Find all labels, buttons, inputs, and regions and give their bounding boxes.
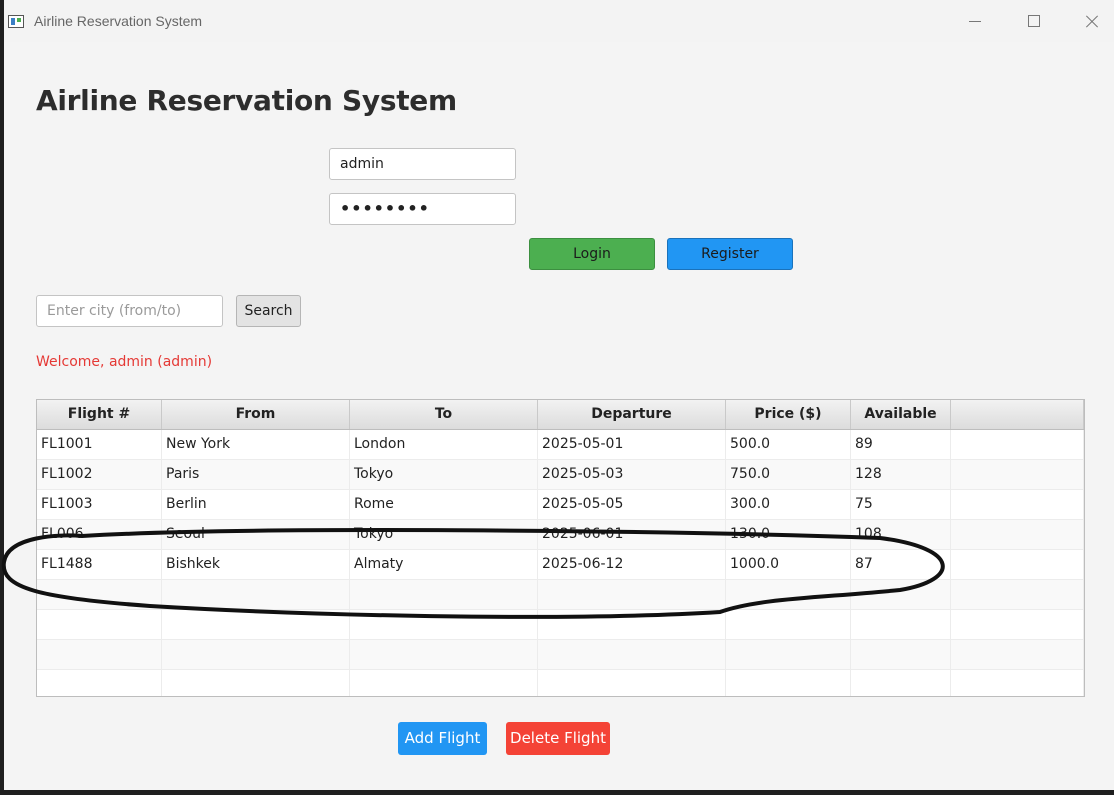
table-row[interactable]: FL1003 Berlin Rome 2025-05-05 300.0 75 [37,490,1084,520]
empty-table-row [37,670,1084,696]
cell-from: Bishkek [162,550,350,579]
close-icon[interactable] [1062,0,1114,42]
cell-price: 130.0 [726,520,851,549]
column-header-available[interactable]: Available [851,400,951,429]
cell-to: Tokyo [350,520,538,549]
cell-flight: FL1488 [37,550,162,579]
table-row[interactable]: FL1488 Bishkek Almaty 2025-06-12 1000.0 … [37,550,1084,580]
column-header-filler [951,400,1084,429]
app-window-icon [8,15,24,28]
cell-departure: 2025-05-05 [538,490,726,519]
cell-to: Almaty [350,550,538,579]
table-row[interactable]: FL1001 New York London 2025-05-01 500.0 … [37,430,1084,460]
cell-price: 1000.0 [726,550,851,579]
cell-to: Tokyo [350,460,538,489]
cell-departure: 2025-05-01 [538,430,726,459]
app-window: Airline Reservation System Airline Reser… [4,0,1114,790]
column-header-to[interactable]: To [350,400,538,429]
search-button[interactable]: Search [236,295,301,327]
title-bar: Airline Reservation System [4,0,1114,42]
column-header-flight[interactable]: Flight # [37,400,162,429]
cell-filler [951,520,1084,549]
cell-flight: FL006 [37,520,162,549]
cell-from: Seoul [162,520,350,549]
table-row[interactable]: FL006 Seoul Tokyo 2025-06-01 130.0 108 [37,520,1084,550]
cell-available: 87 [851,550,951,579]
cell-departure: 2025-06-12 [538,550,726,579]
cell-available: 108 [851,520,951,549]
cell-flight: FL1003 [37,490,162,519]
cell-from: New York [162,430,350,459]
cell-flight: FL1001 [37,430,162,459]
maximize-icon[interactable] [1004,0,1062,42]
cell-departure: 2025-05-03 [538,460,726,489]
column-header-price[interactable]: Price ($) [726,400,851,429]
empty-table-row [37,610,1084,640]
cell-price: 500.0 [726,430,851,459]
cell-to: London [350,430,538,459]
cell-price: 300.0 [726,490,851,519]
minimize-icon[interactable] [946,0,1004,42]
cell-price: 750.0 [726,460,851,489]
cell-from: Paris [162,460,350,489]
register-button[interactable]: Register [667,238,793,270]
cell-filler [951,490,1084,519]
window-title: Airline Reservation System [34,13,203,29]
cell-filler [951,550,1084,579]
table-row[interactable]: FL1002 Paris Tokyo 2025-05-03 750.0 128 [37,460,1084,490]
cell-filler [951,460,1084,489]
page-title: Airline Reservation System [36,84,457,117]
table-header: Flight # From To Departure Price ($) Ava… [37,400,1084,430]
welcome-message: Welcome, admin (admin) [36,354,213,370]
search-input[interactable]: Enter city (from/to) [36,295,223,327]
empty-table-row [37,580,1084,610]
cell-available: 128 [851,460,951,489]
delete-flight-button[interactable]: Delete Flight [506,722,610,755]
cell-filler [951,430,1084,459]
flights-table: Flight # From To Departure Price ($) Ava… [36,399,1085,697]
column-header-departure[interactable]: Departure [538,400,726,429]
cell-available: 75 [851,490,951,519]
password-field[interactable]: •••••••• [329,193,516,225]
cell-from: Berlin [162,490,350,519]
add-flight-button[interactable]: Add Flight [398,722,487,755]
login-button[interactable]: Login [529,238,655,270]
column-header-from[interactable]: From [162,400,350,429]
empty-table-row [37,640,1084,670]
username-field[interactable]: admin [329,148,516,180]
cell-to: Rome [350,490,538,519]
cell-available: 89 [851,430,951,459]
cell-flight: FL1002 [37,460,162,489]
cell-departure: 2025-06-01 [538,520,726,549]
